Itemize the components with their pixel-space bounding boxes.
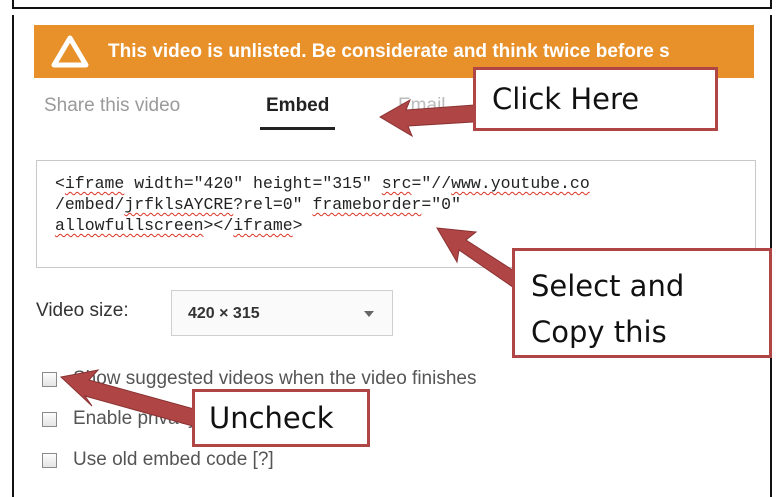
option-suggested-videos[interactable]: Show suggested videos when the video fin… [42,368,476,390]
privacy-mode-checkbox[interactable] [42,411,57,427]
banner-message: This video is unlisted. Be considerate a… [108,40,670,62]
video-size-select[interactable]: 420 × 315 [171,290,393,336]
embed-code-text: <iframe width="420" height="315" src="//… [55,174,590,235]
chevron-down-icon [364,311,374,317]
tab-embed[interactable]: Embed [259,95,336,130]
warning-triangle-icon [51,35,89,67]
uncheck-callout: Uncheck [192,389,370,447]
frame-top [0,0,784,15]
tab-share[interactable]: Share this video [44,95,180,117]
video-size-label: Video size: [36,300,129,321]
option-label: Show suggested videos when the video fin… [73,368,477,389]
suggested-videos-checkbox[interactable] [42,371,57,387]
option-old-embed[interactable]: Use old embed code [?] [42,449,274,471]
tab-email[interactable]: Email [398,95,446,117]
select-copy-callout: Select and Copy this [512,248,772,358]
video-size-value: 420 × 315 [188,305,260,322]
option-label: Use old embed code [?] [73,449,274,470]
click-here-callout: Click Here [473,67,718,131]
old-embed-checkbox[interactable] [42,452,57,468]
